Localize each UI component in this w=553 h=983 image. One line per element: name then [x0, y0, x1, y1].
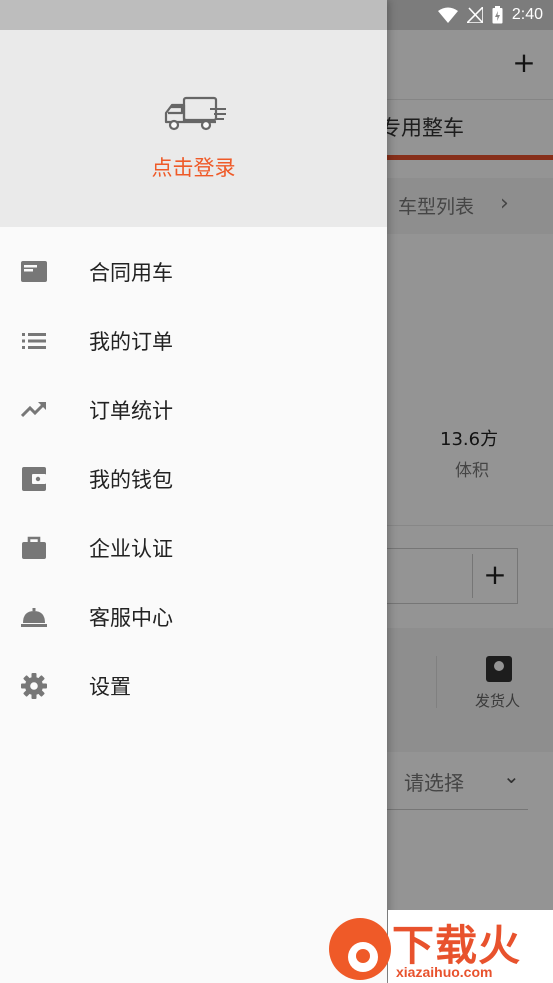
list-icon [22, 333, 46, 349]
contract-card-icon [21, 261, 47, 282]
watermark-logo: 下载火 xiazaihuo.com [326, 910, 553, 983]
no-signal-icon [466, 7, 483, 23]
menu-item-label: 我的订单 [89, 330, 173, 354]
briefcase-icon [22, 536, 46, 559]
wallet-icon [22, 467, 46, 491]
status-time: 2:40 [511, 6, 543, 23]
truck-icon [164, 96, 226, 131]
drawer-menu: 合同用车 我的订单 订单统计 我的钱包 企业认证 客服中心 设置 [0, 237, 387, 720]
menu-item-enterprise-auth[interactable]: 企业认证 [0, 513, 387, 582]
menu-item-label: 企业认证 [89, 537, 173, 561]
drawer-status-strip [0, 0, 387, 30]
watermark-url: xiazaihuo.com [396, 964, 493, 980]
menu-item-wallet[interactable]: 我的钱包 [0, 444, 387, 513]
battery-icon [492, 6, 503, 24]
login-link[interactable]: 点击登录 [0, 152, 387, 182]
menu-item-order-stats[interactable]: 订单统计 [0, 375, 387, 444]
service-bell-icon [21, 608, 47, 627]
navigation-drawer: 点击登录 合同用车 我的订单 订单统计 我的钱包 企业认证 客服中心 设置 [0, 0, 387, 983]
status-icons: 2:40 [437, 4, 543, 26]
menu-item-settings[interactable]: 设置 [0, 651, 387, 720]
wifi-icon [437, 7, 458, 23]
flame-logo-icon [329, 918, 391, 980]
menu-item-label: 我的钱包 [89, 468, 173, 492]
menu-item-contract[interactable]: 合同用车 [0, 237, 387, 306]
gear-icon [21, 673, 47, 699]
menu-item-label: 客服中心 [89, 606, 173, 630]
menu-item-label: 合同用车 [89, 261, 173, 285]
menu-item-orders[interactable]: 我的订单 [0, 306, 387, 375]
menu-item-label: 订单统计 [89, 399, 173, 423]
menu-item-label: 设置 [89, 675, 131, 699]
menu-item-customer-service[interactable]: 客服中心 [0, 582, 387, 651]
trending-up-icon [21, 402, 46, 418]
